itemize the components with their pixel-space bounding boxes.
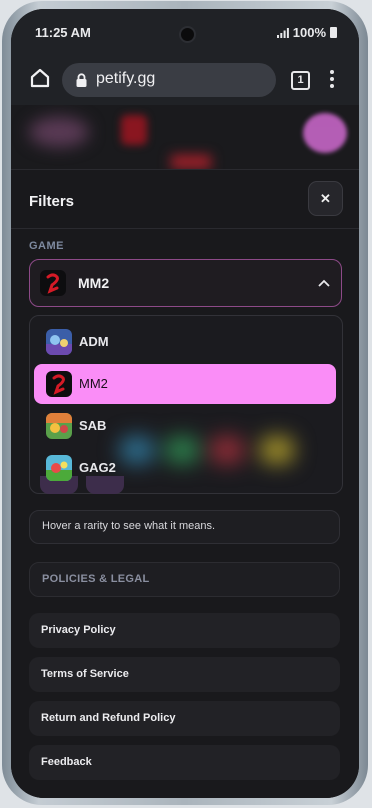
- game-section-label: GAME: [29, 240, 64, 252]
- sab-game-icon: [46, 413, 72, 439]
- status-time: 11:25 AM: [35, 25, 91, 40]
- front-camera: [179, 26, 196, 43]
- game-option-mm2[interactable]: MM2: [34, 364, 336, 404]
- refund-policy-link[interactable]: Return and Refund Policy: [29, 701, 340, 736]
- game-option-label: ADM: [79, 334, 109, 349]
- phone-screen: 11:25 AM 100% petify.gg 1 Filters ✕ GAME…: [11, 9, 359, 798]
- game-option-sab[interactable]: SAB: [34, 406, 336, 446]
- filters-title: Filters: [29, 193, 75, 210]
- mm2-game-icon: [46, 371, 72, 397]
- url-text: petify.gg: [96, 70, 156, 87]
- blurred-banner: [171, 155, 211, 169]
- blurred-cart-button: [303, 113, 347, 153]
- chevron-up-icon: [318, 279, 330, 287]
- policy-link-label: Feedback: [41, 756, 92, 768]
- game-option-label: SAB: [79, 418, 107, 433]
- more-menu-icon[interactable]: [330, 70, 334, 90]
- lock-icon: [76, 73, 87, 87]
- game-option-adm[interactable]: ADM: [34, 322, 336, 362]
- rarity-hint: Hover a rarity to see what it means.: [29, 510, 340, 544]
- privacy-policy-link[interactable]: Privacy Policy: [29, 613, 340, 648]
- page-backdrop-blurred: [11, 105, 359, 175]
- status-indicators: 100%: [276, 25, 337, 40]
- policies-section-header[interactable]: POLICIES & LEGAL: [29, 562, 340, 597]
- feedback-link[interactable]: Feedback: [29, 745, 340, 780]
- mm2-game-icon: [40, 270, 66, 296]
- game-option-gag2[interactable]: GAG2: [34, 448, 336, 488]
- filters-panel: Filters ✕ GAME MM2 ADM MM2 SAB GAG2 Hove…: [11, 169, 359, 798]
- game-option-label: GAG2: [79, 460, 116, 475]
- game-option-label: MM2: [79, 376, 108, 391]
- home-icon[interactable]: [29, 67, 51, 89]
- status-bar: 11:25 AM 100%: [11, 9, 359, 53]
- gag2-game-icon: [46, 455, 72, 481]
- adm-game-icon: [46, 329, 72, 355]
- game-dropdown-menu: ADM MM2 SAB GAG2: [29, 315, 343, 494]
- battery-percent: 100%: [292, 25, 326, 40]
- policies-section-label: POLICIES & LEGAL: [42, 573, 150, 585]
- policy-link-label: Return and Refund Policy: [41, 712, 176, 724]
- selected-game-label: MM2: [78, 275, 110, 291]
- blurred-logo: [29, 117, 89, 147]
- battery-icon: [330, 27, 337, 38]
- rarity-hint-text: Hover a rarity to see what it means.: [42, 520, 216, 532]
- signal-icon: [276, 27, 289, 38]
- blurred-game-icon: [121, 115, 147, 145]
- tab-switcher-button[interactable]: 1: [291, 71, 310, 90]
- policy-link-label: Terms of Service: [41, 668, 129, 680]
- address-bar[interactable]: petify.gg: [62, 63, 276, 97]
- close-filters-button[interactable]: ✕: [308, 181, 343, 216]
- divider: [11, 228, 359, 229]
- game-select[interactable]: MM2: [29, 259, 342, 307]
- terms-of-service-link[interactable]: Terms of Service: [29, 657, 340, 692]
- browser-toolbar: petify.gg 1: [11, 53, 359, 105]
- policy-link-label: Privacy Policy: [41, 624, 116, 636]
- phone-frame: 11:25 AM 100% petify.gg 1 Filters ✕ GAME…: [2, 1, 368, 805]
